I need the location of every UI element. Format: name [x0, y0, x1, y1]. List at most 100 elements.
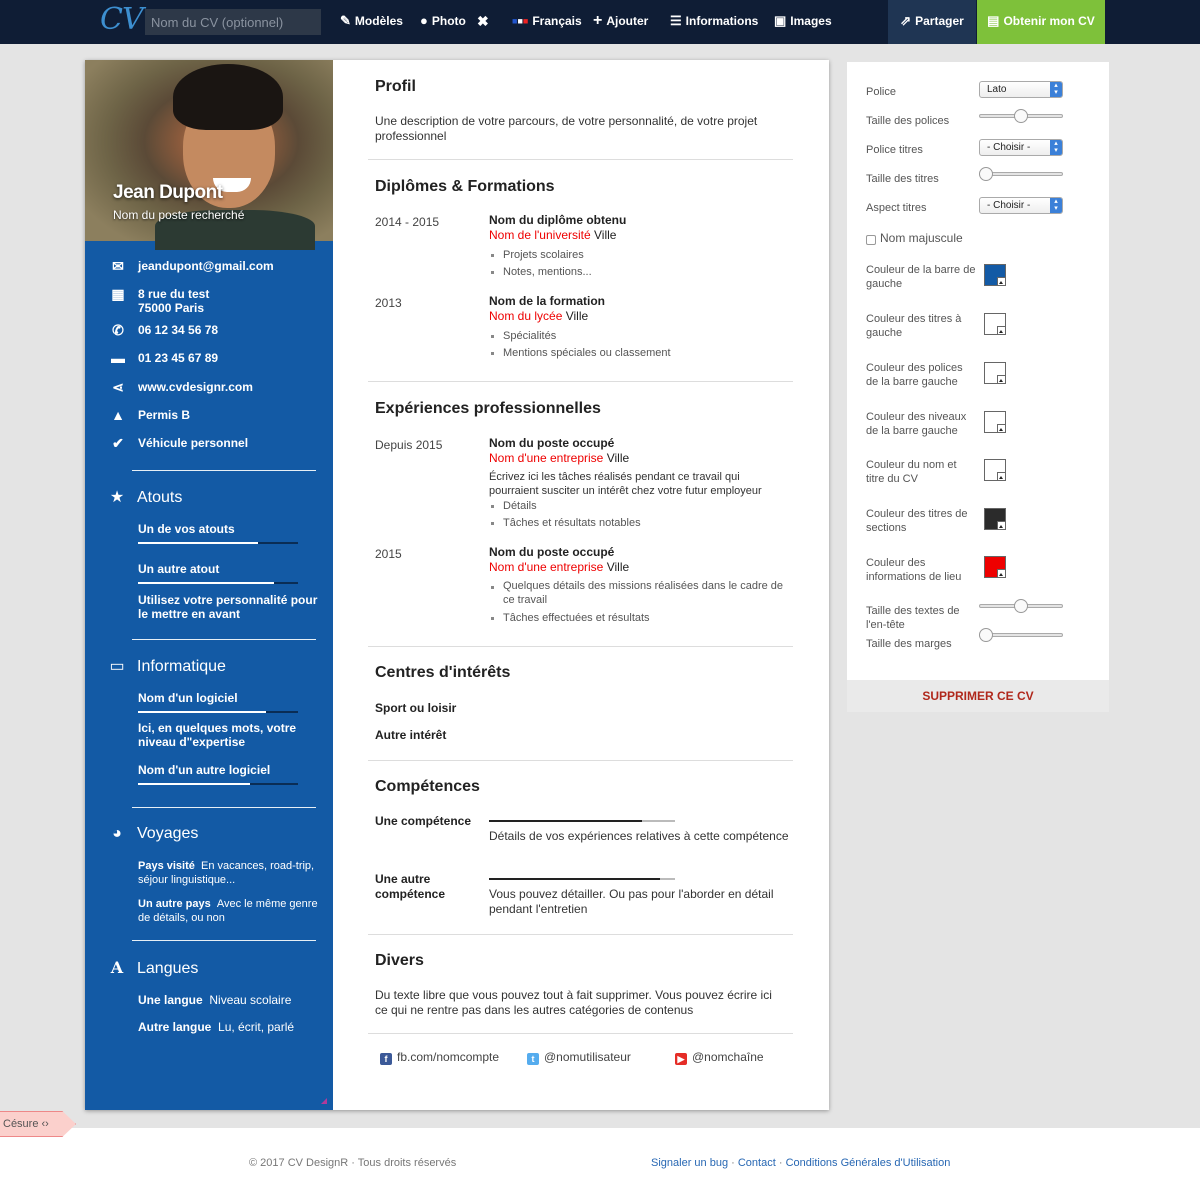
diplome-1-bullets: Projets scolaires Notes, mentions... [489, 247, 789, 281]
slider-handle[interactable] [1014, 599, 1028, 613]
interet-item-2[interactable]: Autre intérêt [375, 728, 785, 743]
color-swatch-titres-sections[interactable] [984, 508, 1006, 530]
diplome-2-date[interactable]: 2013 [375, 296, 402, 310]
models-menu[interactable]: ✎ Modèles [340, 0, 403, 44]
profil-text[interactable]: Une description de votre parcours, de vo… [375, 114, 785, 144]
atout-item-1[interactable]: Un de vos atouts [138, 522, 318, 536]
divers-text[interactable]: Du texte libre que vous pouvez tout à fa… [375, 988, 785, 1018]
experience-1-date[interactable]: Depuis 2015 [375, 438, 442, 452]
aspect-titres-select[interactable]: - Choisir - ▴ ▾ [979, 197, 1063, 214]
cv-job-title[interactable]: Nom du poste recherché [113, 208, 244, 222]
resize-handle-icon[interactable] [321, 1098, 327, 1104]
experiences-heading[interactable]: Expériences professionnelles [375, 400, 601, 418]
police-titres-value: - Choisir - [987, 142, 1031, 153]
competence-1-name[interactable]: Une compétence [375, 814, 485, 829]
experience-2-entry[interactable]: Nom du poste occupé Nom d'une entreprise… [489, 545, 789, 627]
pen-icon: ✎ [340, 13, 351, 28]
divers-heading[interactable]: Divers [375, 952, 424, 970]
nom-majuscule-option[interactable]: Nom majuscule [866, 231, 963, 245]
language-menu[interactable]: ■■■ Français [512, 0, 582, 44]
cesure-tab[interactable]: Césure ‹› [0, 1111, 76, 1137]
facebook-icon: f [380, 1053, 392, 1065]
atout-item-2[interactable]: Un autre atout [138, 562, 318, 576]
software-1-description[interactable]: Ici, en quelques mots, votre niveau d"ex… [138, 721, 318, 749]
langue-item-2[interactable]: Autre langue Lu, écrit, parlé [138, 1020, 318, 1034]
experience-1-location: Nom d'une entreprise Ville [489, 451, 789, 466]
experience-2-title: Nom du poste occupé [489, 545, 615, 559]
select-arrows-icon: ▴ ▾ [1050, 82, 1062, 97]
police-select[interactable]: Lato ▴ ▾ [979, 81, 1063, 98]
competence-2-description[interactable]: Vous pouvez détailler. Ou pas pour l'abo… [489, 887, 789, 917]
voyage-item-1[interactable]: Pays visité En vacances, road-trip, séjo… [138, 859, 318, 887]
taille-polices-slider[interactable] [979, 109, 1063, 123]
contact-link[interactable]: Contact [738, 1157, 776, 1169]
color-swatch-barre[interactable] [984, 264, 1006, 286]
share-button[interactable]: ⇗ Partager [888, 0, 976, 44]
competence-2-level-fill [489, 878, 661, 880]
share-nodes-icon: ⋖ [112, 379, 124, 395]
slider-handle[interactable] [1014, 109, 1028, 123]
cv-name[interactable]: Jean Dupont [113, 182, 223, 204]
section-divider [368, 1033, 793, 1034]
color-swatch-polices-barre[interactable] [984, 362, 1006, 384]
experience-1-entry[interactable]: Nom du poste occupé Nom d'une entreprise… [489, 436, 789, 532]
facebook-link[interactable]: f fb.com/nomcompte [380, 1050, 499, 1065]
taille-titres-slider[interactable] [979, 167, 1063, 181]
voyages-heading[interactable]: ◕ Voyages [107, 825, 198, 843]
experience-2-bullets: Quelques détails des missions réalisées … [489, 579, 789, 627]
twitter-link[interactable]: t @nomutilisateur [527, 1050, 631, 1065]
report-bug-link[interactable]: Signaler un bug [651, 1157, 728, 1169]
diplome-2-entry[interactable]: Nom de la formation Nom du lycée Ville S… [489, 294, 789, 362]
slider-handle[interactable] [979, 628, 993, 642]
cgu-link[interactable]: Conditions Générales d'Utilisation [786, 1157, 951, 1169]
photo-menu[interactable]: ● Photo [420, 0, 466, 44]
color-swatch-nom-titre[interactable] [984, 459, 1006, 481]
atouts-heading[interactable]: ★ Atouts [107, 487, 183, 507]
informations-menu[interactable]: ☰ Informations [670, 0, 758, 44]
color-swatch-lieu[interactable] [984, 556, 1006, 578]
map-icon: ▦ [111, 286, 125, 302]
images-menu[interactable]: ▣ Images [774, 0, 832, 44]
cv-logo[interactable]: CV [100, 2, 144, 37]
langue-item-1[interactable]: Une langue Niveau scolaire [138, 993, 318, 1007]
list-item: Spécialités [489, 328, 789, 345]
color-swatch-titres-gauche[interactable] [984, 313, 1006, 335]
taille-entete-slider[interactable] [979, 599, 1063, 613]
diplome-1-date[interactable]: 2014 - 2015 [375, 215, 439, 229]
police-titres-select[interactable]: - Choisir - ▴ ▾ [979, 139, 1063, 156]
get-cv-button[interactable]: ▤ Obtenir mon CV [977, 0, 1105, 44]
cv-name-input[interactable] [145, 9, 321, 35]
color-swatch-niveaux-barre[interactable] [984, 411, 1006, 433]
diplome-1-entry[interactable]: Nom du diplôme obtenu Nom de l'universit… [489, 213, 789, 281]
envelope-icon: ✉ [112, 258, 124, 274]
competences-heading[interactable]: Compétences [375, 778, 480, 796]
swatch-arrow-icon [999, 525, 1003, 528]
competence-2-name[interactable]: Une autre compétence [375, 872, 485, 902]
informatique-heading[interactable]: ▭ Informatique [107, 656, 226, 676]
voyage-item-2[interactable]: Un autre pays Avec le même genre de déta… [138, 897, 318, 925]
experience-2-date[interactable]: 2015 [375, 547, 402, 561]
software-item-2[interactable]: Nom d'un autre logiciel [138, 763, 318, 777]
list-item: Tâches et résultats notables [489, 515, 789, 532]
interet-item-1[interactable]: Sport ou loisir [375, 701, 785, 716]
competence-1-description[interactable]: Détails de vos expériences relatives à c… [489, 829, 789, 844]
youtube-link[interactable]: ▶ @nomchaîne [675, 1050, 764, 1065]
slider-handle[interactable] [979, 167, 993, 181]
add-section-menu[interactable]: + Ajouter [593, 0, 648, 44]
nom-majuscule-checkbox[interactable] [866, 235, 876, 245]
photo-hair [173, 64, 283, 130]
profile-photo[interactable]: Jean Dupont Nom du poste recherché [85, 60, 333, 250]
diplomes-heading[interactable]: Diplômes & Formations [375, 178, 555, 196]
delete-cv-button[interactable]: SUPPRIMER CE CV [847, 680, 1109, 712]
atout-item-3[interactable]: Utilisez votre personnalité pour le mett… [138, 593, 318, 621]
profil-heading[interactable]: Profil [375, 78, 416, 96]
laptop-icon: ▭ [109, 658, 125, 675]
taille-marges-slider[interactable] [979, 628, 1063, 642]
diplome-1-location: Nom de l'université Ville [489, 228, 789, 243]
color-label-titres-gauche: Couleur des titres à gauche [866, 313, 962, 339]
remove-photo-icon[interactable]: ✖ [477, 0, 489, 44]
langues-heading[interactable]: A Langues [107, 958, 199, 978]
software-item-1[interactable]: Nom d'un logiciel [138, 691, 318, 705]
interets-heading[interactable]: Centres d'intérêts [375, 664, 510, 682]
diplome-2-bullets: Spécialités Mentions spéciales ou classe… [489, 328, 789, 362]
